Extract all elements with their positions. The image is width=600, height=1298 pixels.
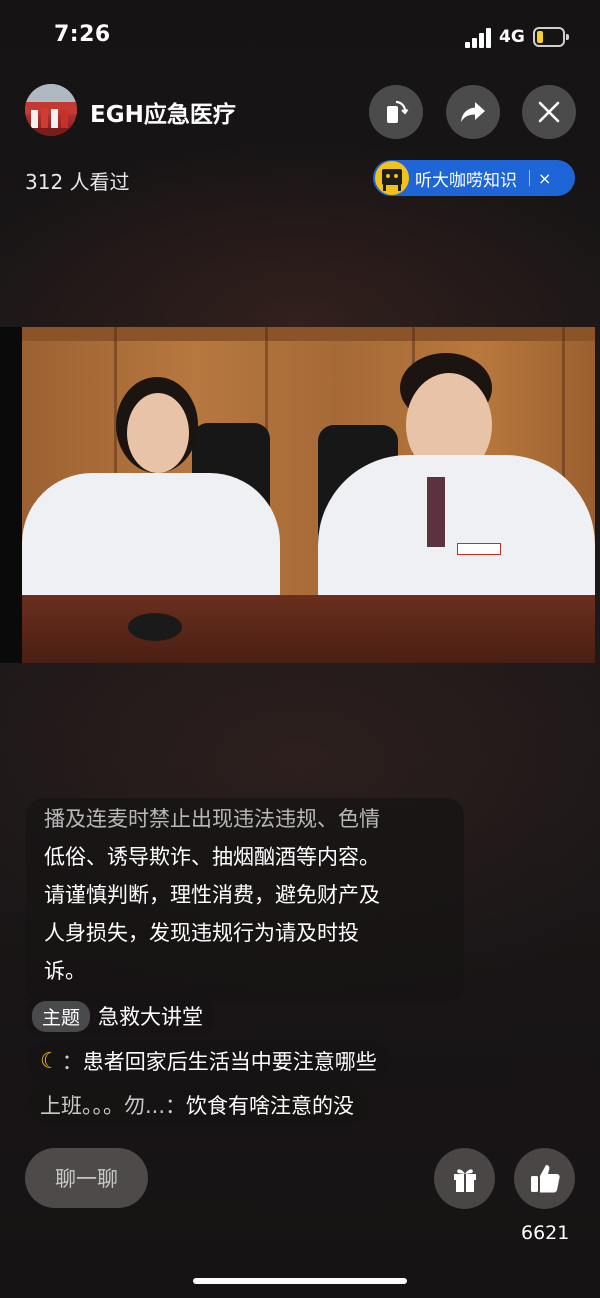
system-notice: 播及连麦时禁止出现违法违规、色情 低俗、诱导欺诈、抽烟酗酒等内容。 请谨慎判断，…: [26, 798, 464, 1002]
thumbs-up-icon: [530, 1164, 560, 1192]
viewer-count: 312 人看过: [25, 170, 130, 194]
notice-line: 播及连麦时禁止出现违法违规、色情: [44, 807, 380, 831]
live-video[interactable]: [22, 327, 595, 663]
audio-pill-close-icon[interactable]: ×: [538, 169, 551, 188]
share-button[interactable]: [446, 85, 500, 139]
topic-tag: 主题: [32, 1000, 91, 1032]
audio-pill-divider: [529, 170, 530, 186]
chat-message[interactable]: 上班。。。勿... ： 饮食有啥注意的没: [26, 1085, 369, 1125]
chat-text: 饮食有啥注意的没: [186, 1094, 355, 1118]
close-icon: [538, 101, 560, 123]
rotate-button[interactable]: [369, 85, 423, 139]
notice-line: 人身损失，发现违规行为请及时投: [44, 921, 359, 945]
status-time: 7:26: [54, 22, 111, 47]
podcast-icon: [375, 161, 409, 195]
rotate-screen-icon: [387, 100, 409, 123]
like-button[interactable]: [514, 1148, 575, 1209]
share-arrow-icon: [461, 102, 485, 122]
topic-text: 急救大讲堂: [98, 1005, 204, 1029]
battery-icon: [533, 27, 569, 47]
channel-name[interactable]: EGH应急医疗: [90, 95, 236, 129]
moon-icon: ☾: [40, 1048, 60, 1074]
gift-icon: [453, 1168, 476, 1192]
audio-pill-label: 听大咖唠知识: [415, 170, 517, 191]
network-type: 4G: [499, 27, 525, 47]
home-indicator[interactable]: [193, 1278, 407, 1284]
video-letterbox: [0, 327, 22, 663]
chat-text: 患者回家后生活当中要注意哪些: [82, 1050, 377, 1074]
chat-username[interactable]: 上班。。。勿...: [40, 1090, 165, 1120]
audio-pill[interactable]: 听大咖唠知识 ×: [373, 160, 575, 196]
topic-row: 主题 急救大讲堂: [26, 996, 216, 1036]
notice-line: 低俗、诱导欺诈、抽烟酗酒等内容。: [44, 845, 380, 869]
signal-icon: [465, 28, 493, 48]
chat-input[interactable]: 聊一聊: [25, 1148, 148, 1208]
chat-separator: ：: [165, 1094, 187, 1118]
like-count: 6621: [521, 1222, 570, 1244]
chat-message[interactable]: ☾ ： 患者回家后生活当中要注意哪些: [26, 1041, 391, 1081]
channel-avatar[interactable]: [25, 84, 77, 136]
notice-line: 诉。: [44, 959, 86, 983]
chat-separator: ：: [61, 1050, 83, 1074]
close-button[interactable]: [522, 85, 576, 139]
gift-button[interactable]: [434, 1148, 495, 1209]
notice-line: 请谨慎判断，理性消费，避免财产及: [44, 883, 380, 907]
